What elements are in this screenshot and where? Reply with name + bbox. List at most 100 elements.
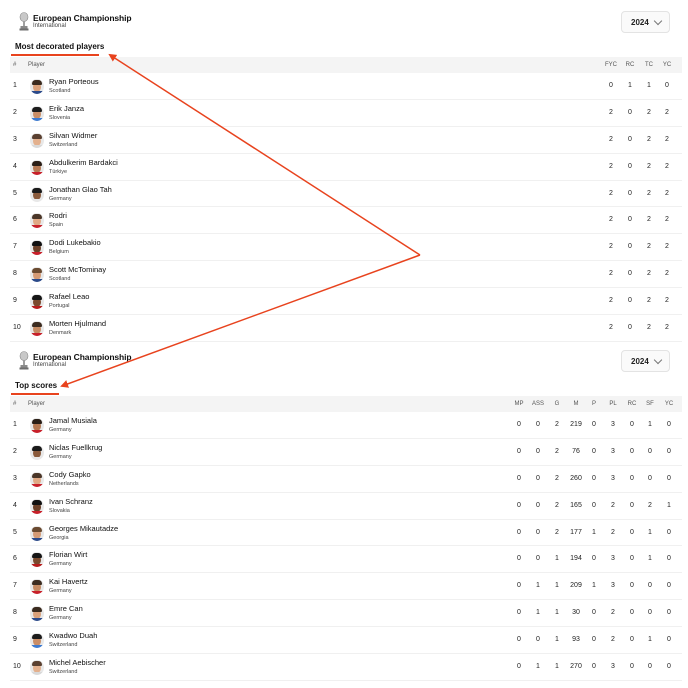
player-name[interactable]: Florian Wirt [49,550,87,559]
stats-table: # Player FYC RC TC YC 1 Ryan Porteous Scotlan… [10,57,682,342]
player-avatar[interactable] [30,552,44,568]
col-header-yc[interactable]: YC [658,401,680,407]
player-avatar[interactable] [30,444,44,460]
player-name[interactable]: Cody Gapko [49,470,91,479]
stat-yc: 0 [665,82,669,89]
player-country: Germany [49,561,72,568]
col-header-player[interactable]: Player [28,62,45,68]
player-name[interactable]: Jamal Musiala [49,416,97,425]
table-row[interactable]: 8 Emre Can Germany 0 1 1 30 0 2 0 0 0 [10,600,682,628]
player-avatar[interactable] [30,186,44,202]
player-avatar[interactable] [30,418,44,433]
table-row[interactable]: 3 Cody Gapko Netherlands 0 0 2 260 0 3 0 0 0 [10,466,682,493]
player-avatar[interactable] [30,105,44,121]
table-row[interactable]: 7 Kai Havertz Germany 0 1 1 209 1 3 0 0 0 [10,573,682,601]
player-name[interactable]: Scott McTominay [49,265,106,274]
competition-name: European Championship [33,352,132,362]
col-header-rank[interactable]: # [13,401,16,407]
table-row[interactable]: 8 Scott McTominay Scotland 2 0 2 2 [10,261,682,289]
player-name[interactable]: Rafael Leao [49,292,89,301]
table-row[interactable]: 7 Dodi Lukebakio Belgium 2 0 2 2 [10,234,682,262]
table-row[interactable]: 9 Rafael Leao Portugal 2 0 2 2 [10,288,682,316]
player-avatar[interactable] [30,213,44,229]
row-rank: 7 [13,243,17,251]
player-country: Switzerland [49,669,78,676]
player-avatar[interactable] [30,525,44,541]
player-country: Slovakia [49,507,70,514]
player-country: Belgium [49,249,69,256]
player-avatar[interactable] [30,321,44,337]
table-row[interactable]: 9 Kwadwo Duah Switzerland 0 0 1 93 0 2 0 1 0 [10,627,682,655]
player-country: Georgia [49,534,69,541]
player-name[interactable]: Morten Hjulmand [49,319,106,328]
player-name[interactable]: Kwadwo Duah [49,631,97,640]
row-rank: 4 [13,162,17,170]
table-row[interactable]: 1 Jamal Musiala Germany 0 0 2 219 0 3 0 1 0 [10,412,682,439]
stat-yc: 2 [665,270,669,278]
player-name[interactable]: Michel Aebischer [49,658,106,667]
player-name[interactable]: Kai Havertz [49,577,88,586]
player-country: Germany [49,453,72,460]
col-header-rank[interactable]: # [13,62,16,68]
player-name[interactable]: Abdulkerim Bardakci [49,158,118,167]
player-avatar[interactable] [30,159,44,175]
player-avatar[interactable] [30,79,44,94]
table-row[interactable]: 5 Jonathan Glao Tah Germany 2 0 2 2 [10,181,682,208]
table-row[interactable]: 5 Georges Mikautadze Georgia 0 0 2 177 1 2 0 1 0 [10,520,682,547]
player-country: Portugal [49,303,70,310]
stats-table: # Player MP ASS G M P PL RC SF YC 1 Jamal Musiala… [10,396,682,681]
player-avatar[interactable] [30,471,44,487]
player-name[interactable]: Georges Mikautadze [49,524,118,533]
table-row[interactable]: 6 Rodri Spain 2 0 2 2 [10,207,682,235]
table-body: 1 Jamal Musiala Germany 0 0 2 219 0 3 0 1 0 2 Niclas … [10,412,682,681]
row-rank: 6 [13,216,17,224]
player-avatar[interactable] [30,579,44,595]
table-row[interactable]: 4 Abdulkerim Bardakci Türkiye 2 0 2 2 [10,154,682,181]
table-row[interactable]: 2 Niclas Fuellkrug Germany 0 0 2 76 0 3 0 0 0 [10,439,682,466]
player-avatar[interactable] [30,606,44,622]
table-row[interactable]: 10 Morten Hjulmand Denmark 2 0 2 2 [10,315,682,342]
year-dropdown[interactable]: 2024 [621,11,670,33]
stat-yc: 2 [665,243,669,251]
col-header-player[interactable]: Player [28,401,45,407]
stat-yc: 0 [667,609,671,617]
player-name[interactable]: Silvan Widmer [49,131,97,140]
player-avatar[interactable] [30,660,44,676]
stat-yc: 2 [665,324,669,332]
stat-yc: 2 [665,216,669,224]
year-dropdown[interactable]: 2024 [621,350,670,372]
row-rank: 10 [13,663,21,671]
stat-yc: 2 [665,189,669,197]
table-row[interactable]: 2 Erik Janza Slovenia 2 0 2 2 [10,100,682,127]
table-row[interactable]: 3 Silvan Widmer Switzerland 2 0 2 2 [10,127,682,154]
player-avatar[interactable] [30,132,44,148]
player-name[interactable]: Ryan Porteous [49,77,99,86]
player-country: Switzerland [49,642,78,649]
col-header-yc[interactable]: YC [656,62,678,68]
player-country: Netherlands [49,480,79,487]
player-avatar[interactable] [30,267,44,283]
player-name[interactable]: Erik Janza [49,104,84,113]
player-name[interactable]: Ivan Schranz [49,497,93,506]
table-row[interactable]: 4 Ivan Schranz Slovakia 0 0 2 165 0 2 0 2 1 [10,493,682,520]
player-name[interactable]: Niclas Fuellkrug [49,443,102,452]
player-country: Germany [49,588,72,595]
player-country: Türkiye [49,168,68,175]
table-row[interactable]: 10 Michel Aebischer Switzerland 0 1 1 270 0 3 0 0 0 [10,654,682,681]
player-avatar[interactable] [30,294,44,310]
player-name[interactable]: Jonathan Glao Tah [49,185,112,194]
table-row[interactable]: 1 Ryan Porteous Scotland 0 1 1 0 [10,73,682,100]
player-name[interactable]: Rodri [49,211,67,220]
stat-yc: 2 [665,297,669,305]
table-row[interactable]: 6 Florian Wirt Germany 0 0 1 194 0 3 0 1 0 [10,546,682,574]
player-country: Scotland [49,276,71,283]
player-name[interactable]: Dodi Lukebakio [49,238,101,247]
competition-subtitle: International [33,23,67,29]
player-avatar[interactable] [30,498,44,514]
player-avatar[interactable] [30,240,44,256]
row-rank: 7 [13,582,17,590]
player-avatar[interactable] [30,633,44,649]
stat-yc: 0 [667,636,671,644]
player-name[interactable]: Emre Can [49,604,83,613]
player-country: Slovenia [49,114,71,121]
